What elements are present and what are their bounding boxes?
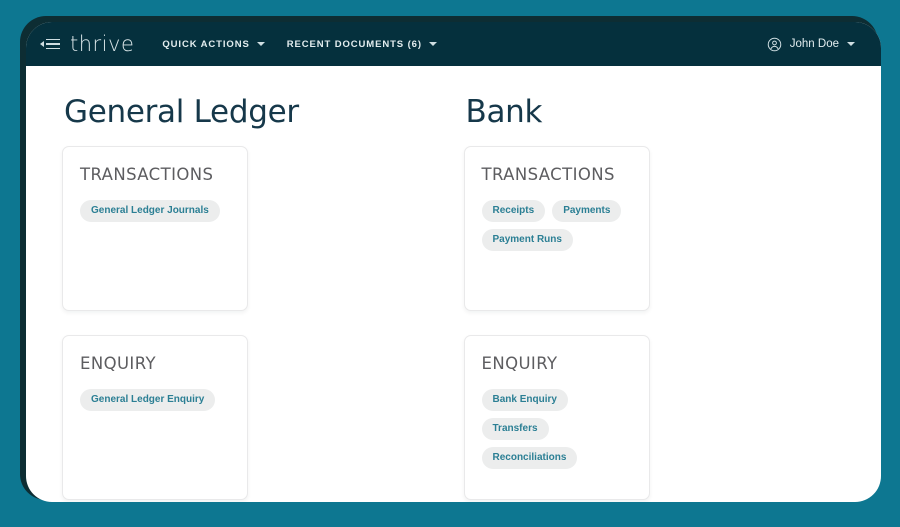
card-title: TRANSACTIONS [80, 165, 214, 184]
link-receipts[interactable]: Receipts [481, 200, 546, 222]
chevron-down-icon [847, 42, 855, 46]
card-bank-enquiry: ENQUIRY Bank Enquiry Transfers Reconcili… [463, 335, 650, 500]
link-bank-enquiry[interactable]: Bank Enquiry [481, 389, 568, 411]
module-columns: General Ledger TRANSACTIONS General Ledg… [62, 84, 847, 502]
link-payments[interactable]: Payments [552, 200, 622, 222]
nav-item-quick-actions[interactable]: QUICK ACTIONS [162, 38, 265, 50]
link-general-ledger-enquiry[interactable]: General Ledger Enquiry [80, 389, 216, 411]
card-links: General Ledger Journals [80, 200, 233, 222]
link-reconciliations[interactable]: Reconciliations [481, 447, 578, 469]
link-payment-runs[interactable]: Payment Runs [481, 229, 573, 251]
card-title: ENQUIRY [481, 354, 558, 373]
chevron-down-icon [428, 42, 437, 46]
card-grid-general-ledger: TRANSACTIONS General Ledger Journals ENQ… [62, 146, 446, 502]
collapse-menu-icon[interactable] [40, 38, 60, 50]
user-menu[interactable]: John Doe [767, 37, 881, 52]
caret-left-icon [40, 41, 44, 47]
page-title-general-ledger: General Ledger [64, 94, 299, 130]
top-navigation-bar: thrive QUICK ACTIONS RECENT DOCUMENTS (6… [26, 22, 881, 66]
nav-item-recent-documents[interactable]: RECENT DOCUMENTS (6) [287, 39, 437, 50]
user-avatar-icon [767, 37, 782, 52]
page-title-bank: Bank [465, 94, 543, 130]
card-general-ledger-transactions: TRANSACTIONS General Ledger Journals [62, 146, 248, 311]
nav-item-label: QUICK ACTIONS [162, 38, 250, 50]
top-nav-items: QUICK ACTIONS RECENT DOCUMENTS (6) [162, 39, 437, 50]
link-general-ledger-journals[interactable]: General Ledger Journals [80, 200, 220, 222]
card-links: General Ledger Enquiry [80, 389, 233, 411]
card-title: ENQUIRY [80, 354, 156, 373]
card-grid-bank: TRANSACTIONS Receipts Payments Payment R… [463, 146, 848, 502]
card-links: Bank Enquiry Transfers Reconciliations [481, 389, 635, 469]
app-window: thrive QUICK ACTIONS RECENT DOCUMENTS (6… [26, 22, 881, 502]
chevron-down-icon [256, 42, 265, 46]
column-general-ledger: General Ledger TRANSACTIONS General Ledg… [62, 84, 446, 502]
card-general-ledger-enquiry: ENQUIRY General Ledger Enquiry [62, 335, 248, 500]
card-bank-transactions: TRANSACTIONS Receipts Payments Payment R… [463, 146, 650, 311]
user-name-label: John Doe [789, 38, 839, 50]
app-background: thrive QUICK ACTIONS RECENT DOCUMENTS (6… [0, 0, 900, 527]
card-links: Receipts Payments Payment Runs [481, 200, 635, 251]
column-bank: Bank TRANSACTIONS Receipts Payments Paym… [463, 84, 848, 502]
link-transfers[interactable]: Transfers [481, 418, 549, 440]
page-content: General Ledger TRANSACTIONS General Ledg… [26, 66, 881, 502]
card-title: TRANSACTIONS [481, 165, 615, 184]
brand-logo[interactable]: thrive [70, 32, 134, 56]
hamburger-icon [46, 38, 60, 50]
nav-item-label: RECENT DOCUMENTS (6) [286, 38, 422, 50]
